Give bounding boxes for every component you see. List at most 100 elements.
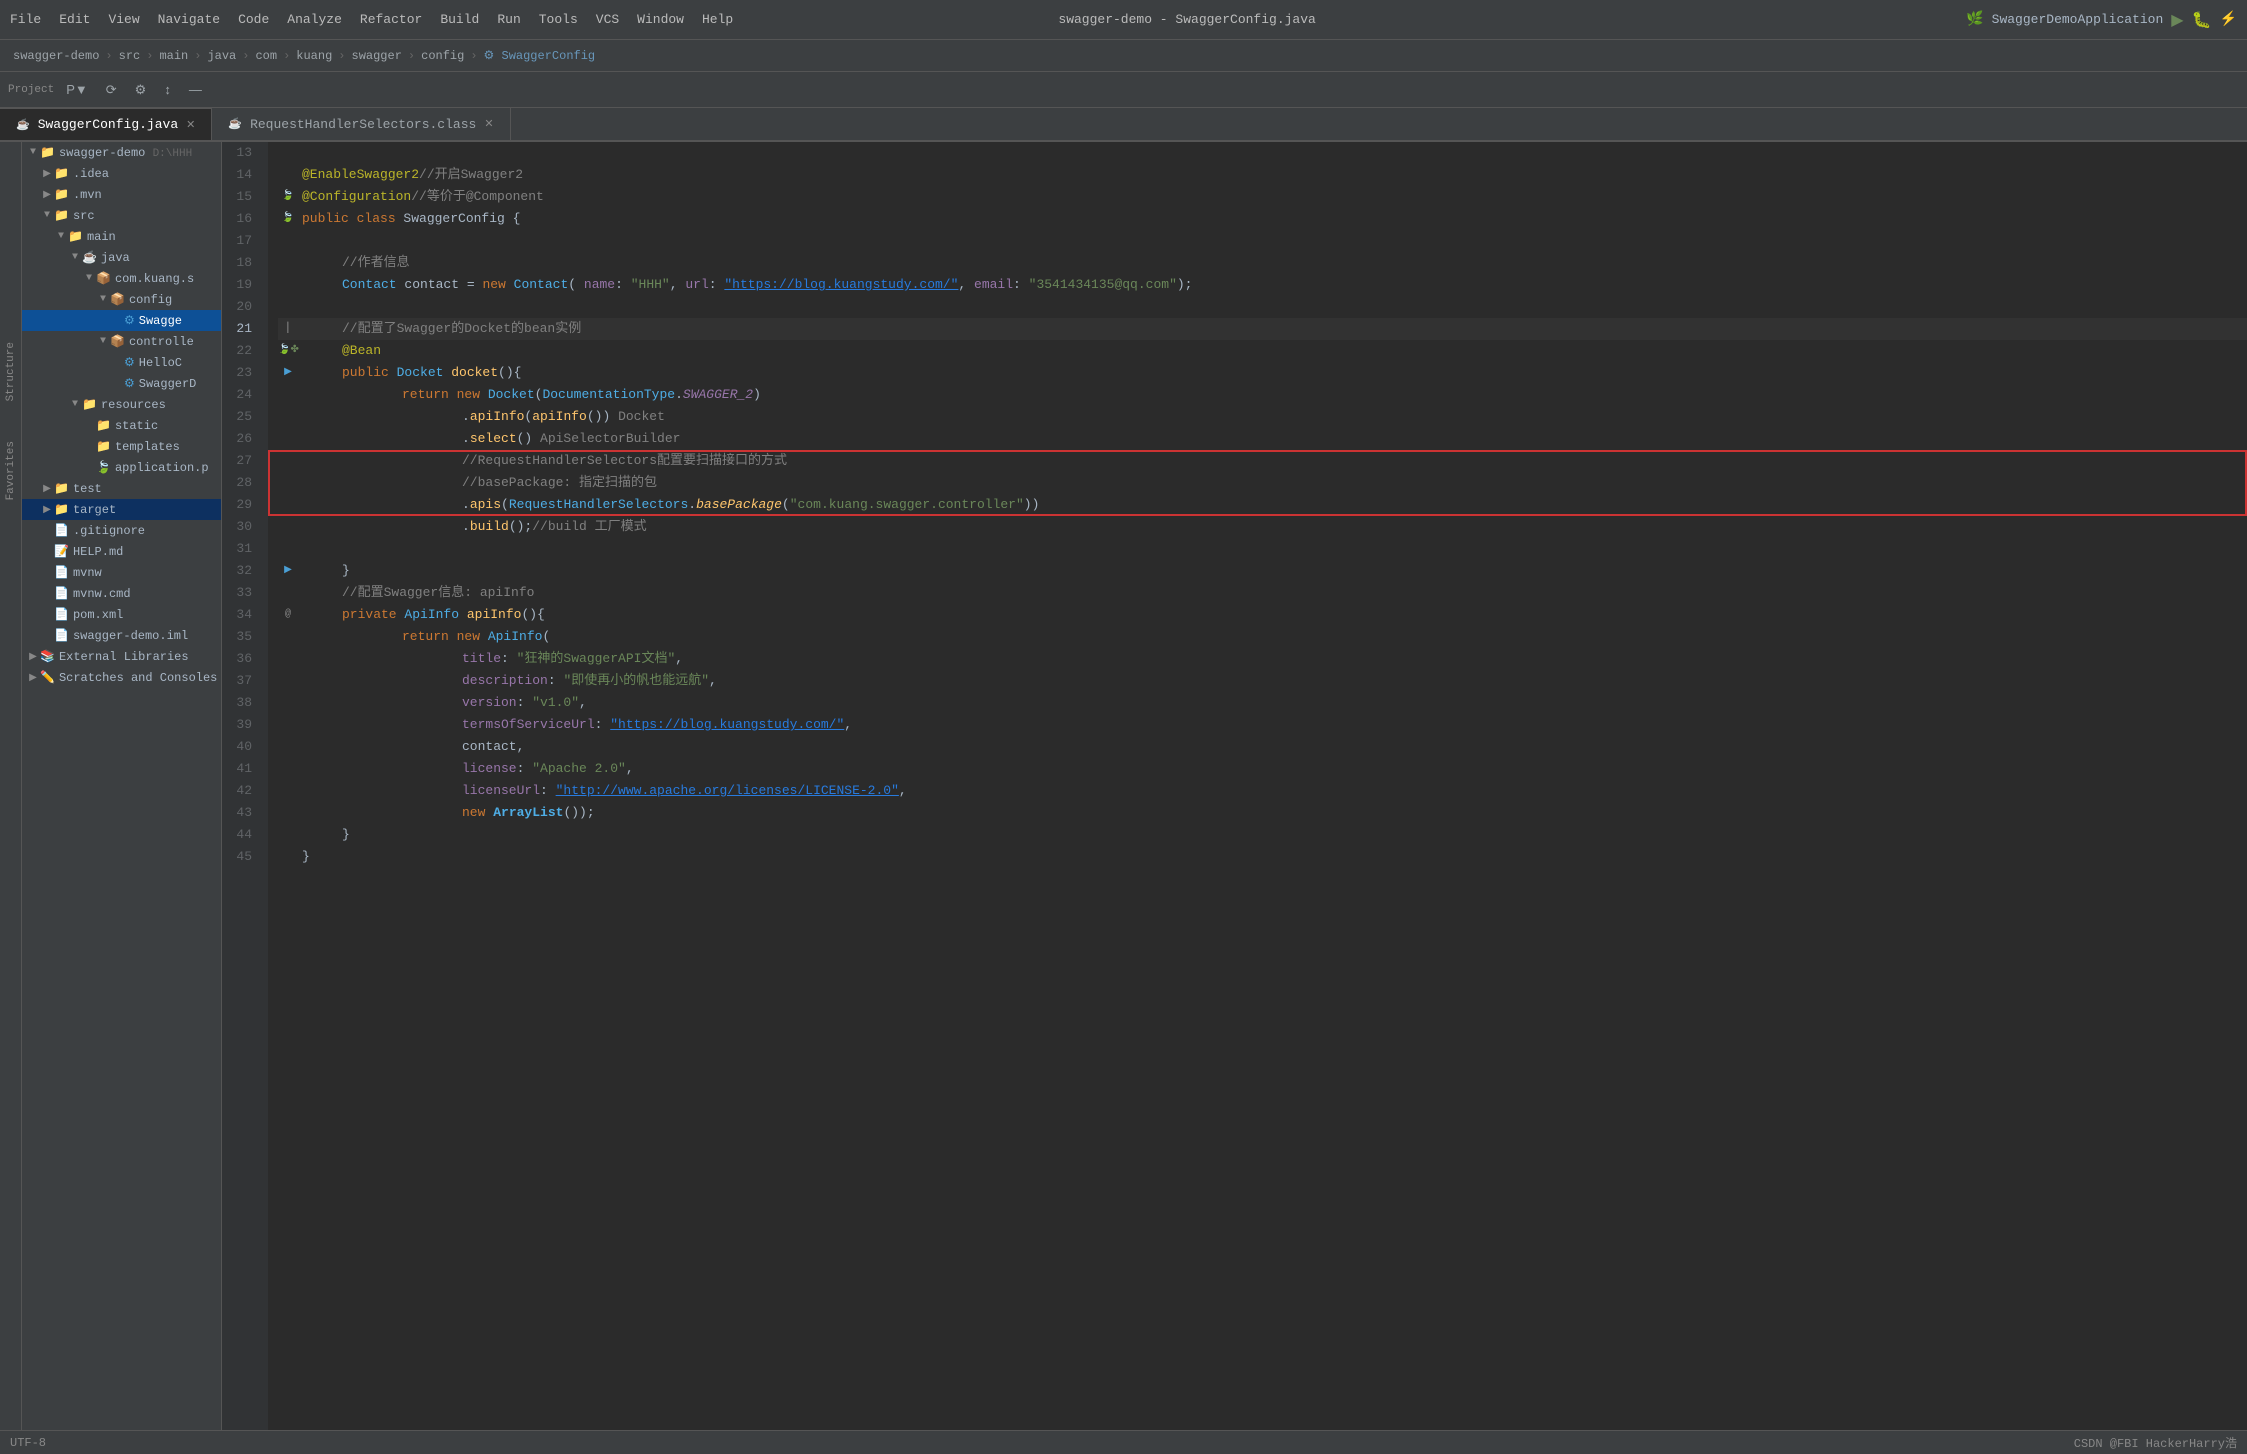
expand-arrow-target[interactable]: ▶: [40, 504, 54, 516]
breadcrumb-project[interactable]: swagger-demo: [13, 49, 99, 63]
class-icon-swaggerconfig: ⚙: [124, 313, 135, 328]
tree-item-src[interactable]: ▼ 📁 src: [22, 205, 221, 226]
tree-item-mvn[interactable]: ▶ 📁 .mvn: [22, 184, 221, 205]
menu-view[interactable]: View: [108, 12, 139, 27]
expand-arrow-config[interactable]: ▼: [96, 294, 110, 305]
expand-arrow-package[interactable]: ▼: [82, 273, 96, 284]
annotation-enableswagger: @EnableSwagger2: [302, 167, 419, 182]
tree-item-resources[interactable]: ▼ 📁 resources: [22, 394, 221, 415]
tree-label-swagger-demo: swagger-demo D:\HHH: [59, 146, 192, 160]
tree-item-java[interactable]: ▼ ☕ java: [22, 247, 221, 268]
resources-icon: 📁: [82, 397, 97, 412]
breadcrumb-swagger[interactable]: swagger: [352, 49, 402, 63]
tree-item-main[interactable]: ▼ 📁 main: [22, 226, 221, 247]
code-content-14: @EnableSwagger2//开启Swagger2: [298, 164, 523, 186]
code-line-21: │ //配置了Swagger的Docket的bean实例: [278, 318, 2247, 340]
code-line-19: Contact contact = new Contact( name: "HH…: [278, 274, 2247, 296]
menu-navigate[interactable]: Navigate: [158, 12, 220, 27]
breadcrumb-java[interactable]: java: [207, 49, 236, 63]
expand-arrow-java[interactable]: ▼: [68, 252, 82, 263]
toolbar-collapse[interactable]: —: [183, 80, 208, 99]
tree-item-target[interactable]: ▶ 📁 target: [22, 499, 221, 520]
breadcrumb-config[interactable]: config: [421, 49, 464, 63]
expand-arrow-main[interactable]: ▼: [54, 231, 68, 242]
tree-item-templates[interactable]: 📁 templates: [22, 436, 221, 457]
ln-19: 19: [222, 274, 260, 296]
toolbar-recent-files[interactable]: P▼: [60, 80, 94, 99]
tree-item-controller[interactable]: ▼ 📦 controlle: [22, 331, 221, 352]
tree-item-mvnw[interactable]: 📄 mvnw: [22, 562, 221, 583]
tree-item-helloc[interactable]: ⚙ HelloC: [22, 352, 221, 373]
tree-item-swaggerd[interactable]: ⚙ SwaggerD: [22, 373, 221, 394]
tree-label-static: static: [115, 419, 158, 433]
tree-label-controller: controlle: [129, 335, 194, 349]
expand-arrow-test[interactable]: ▶: [40, 483, 54, 495]
menu-run[interactable]: Run: [497, 12, 520, 27]
run-with-coverage-button[interactable]: ⚡: [2220, 11, 2237, 28]
debug-button[interactable]: 🐛: [2192, 10, 2212, 30]
tab-swaggerconfig[interactable]: ☕ SwaggerConfig.java ✕: [0, 108, 212, 140]
menu-build[interactable]: Build: [440, 12, 479, 27]
expand-arrow-controller[interactable]: ▼: [96, 336, 110, 347]
toolbar-gear[interactable]: ⚙: [129, 80, 153, 100]
breadcrumb-main[interactable]: main: [159, 49, 188, 63]
expand-arrow-external[interactable]: ▶: [26, 651, 40, 663]
expand-arrow-mvn[interactable]: ▶: [40, 189, 54, 201]
breadcrumb-com[interactable]: com: [255, 49, 277, 63]
tab-close-1[interactable]: ✕: [186, 118, 195, 132]
ln-17: 17: [222, 230, 260, 252]
expand-arrow-scratches[interactable]: ▶: [26, 672, 40, 684]
code-editor[interactable]: @EnableSwagger2//开启Swagger2 🍃 @Configura…: [268, 142, 2247, 1430]
folder-icon-idea: 📁: [54, 166, 69, 181]
tree-item-mvnwcmd[interactable]: 📄 mvnw.cmd: [22, 583, 221, 604]
tree-item-config[interactable]: ▼ 📦 config: [22, 289, 221, 310]
tree-item-pomxml[interactable]: 📄 pom.xml: [22, 604, 221, 625]
menu-vcs[interactable]: VCS: [596, 12, 619, 27]
breadcrumb-kuang[interactable]: kuang: [296, 49, 332, 63]
favorites-label[interactable]: Favorites: [5, 441, 17, 500]
breadcrumb-src[interactable]: src: [119, 49, 141, 63]
kw-class-16: class: [357, 211, 404, 226]
menu-code[interactable]: Code: [238, 12, 269, 27]
expand-arrow-resources[interactable]: ▼: [68, 399, 82, 410]
tree-item-static[interactable]: 📁 static: [22, 415, 221, 436]
menu-analyze[interactable]: Analyze: [287, 12, 342, 27]
toolbar-sync[interactable]: ⟳: [100, 80, 123, 100]
structure-label[interactable]: Structure: [5, 342, 17, 401]
menu-help[interactable]: Help: [702, 12, 733, 27]
tree-item-iml[interactable]: 📄 swagger-demo.iml: [22, 625, 221, 646]
menu-file[interactable]: File: [10, 12, 41, 27]
tree-label-application: application.p: [115, 461, 209, 475]
tree-item-application[interactable]: 🍃 application.p: [22, 457, 221, 478]
run-config-name[interactable]: SwaggerDemoApplication: [1992, 12, 2164, 27]
expand-arrow-idea[interactable]: ▶: [40, 168, 54, 180]
tree-item-scratches[interactable]: ▶ ✏️ Scratches and Consoles: [22, 667, 221, 688]
ln-33: 33: [222, 582, 260, 604]
tree-item-package[interactable]: ▼ 📦 com.kuang.s: [22, 268, 221, 289]
menu-refactor[interactable]: Refactor: [360, 12, 422, 27]
breadcrumb-class[interactable]: ⚙ SwaggerConfig: [484, 48, 596, 63]
menu-edit[interactable]: Edit: [59, 12, 90, 27]
tree-item-external-libs[interactable]: ▶ 📚 External Libraries: [22, 646, 221, 667]
status-bar: UTF-8 CSDN @FBI HackerHarry浩: [0, 1430, 2247, 1454]
tree-item-test[interactable]: ▶ 📁 test: [22, 478, 221, 499]
external-libs-icon: 📚: [40, 649, 55, 664]
tree-item-swagger-demo[interactable]: ▼ 📁 swagger-demo D:\HHH: [22, 142, 221, 163]
run-button[interactable]: ▶: [2171, 10, 2183, 30]
toolbar-expand[interactable]: ↕: [158, 80, 177, 99]
expand-arrow-swagger-demo[interactable]: ▼: [26, 147, 40, 158]
tree-item-helpmd[interactable]: 📝 HELP.md: [22, 541, 221, 562]
code-line-39: termsOfServiceUrl: "https://blog.kuangst…: [278, 714, 2247, 736]
tree-item-idea[interactable]: ▶ 📁 .idea: [22, 163, 221, 184]
menu-bar[interactable]: File Edit View Navigate Code Analyze Ref…: [10, 12, 733, 27]
mvnw-icon: 📄: [54, 565, 69, 580]
code-line-34: @ private ApiInfo apiInfo(){: [278, 604, 2247, 626]
tab-requesthandler[interactable]: ☕ RequestHandlerSelectors.class ✕: [212, 108, 510, 140]
tab-close-2[interactable]: ✕: [484, 117, 493, 131]
tree-label-swaggerconfig: Swagge: [139, 314, 182, 328]
menu-tools[interactable]: Tools: [539, 12, 578, 27]
menu-window[interactable]: Window: [637, 12, 684, 27]
tree-item-swaggerconfig[interactable]: ⚙ Swagge: [22, 310, 221, 331]
expand-arrow-src[interactable]: ▼: [40, 210, 54, 221]
tree-item-gitignore[interactable]: 📄 .gitignore: [22, 520, 221, 541]
